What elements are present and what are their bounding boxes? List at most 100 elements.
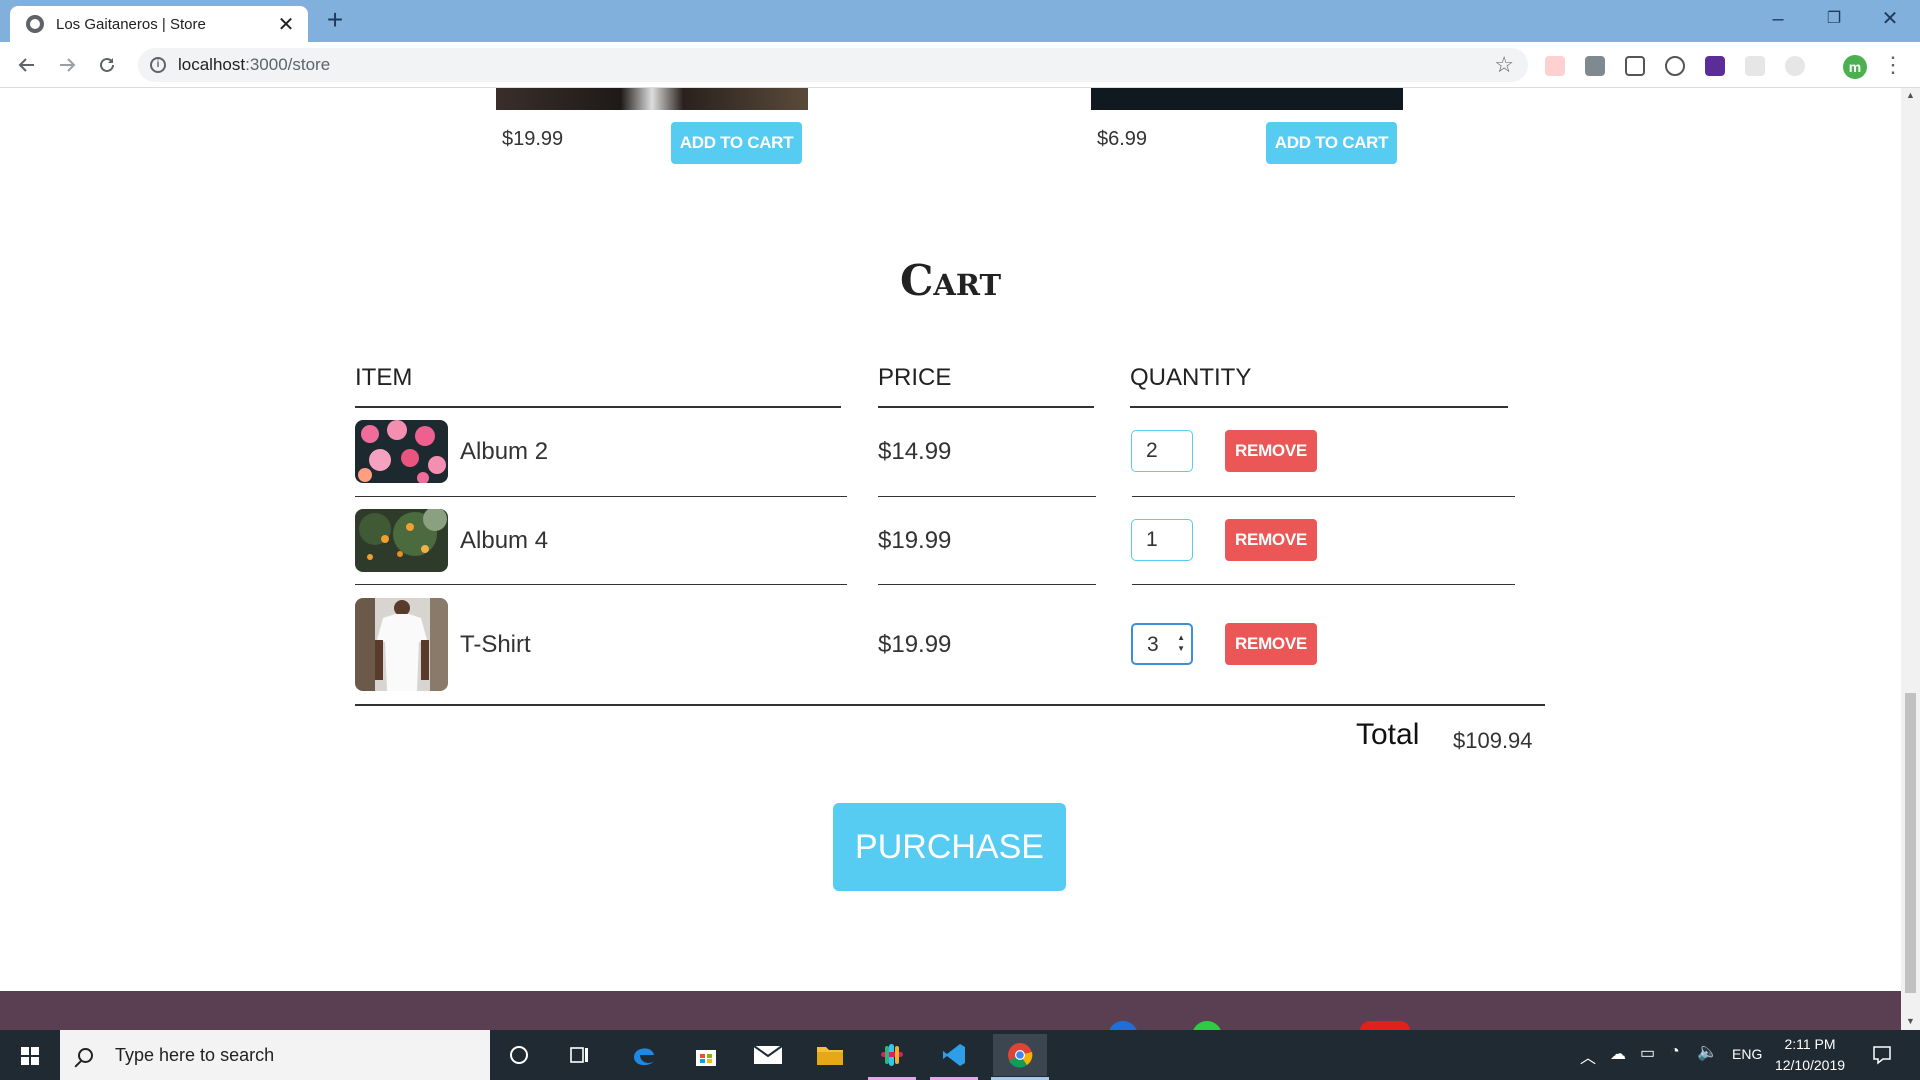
pink-flowers-image <box>355 420 448 483</box>
wifi-icon[interactable]: ◔ <box>1670 1043 1680 1061</box>
close-tab-icon[interactable]: ✕ <box>276 12 296 37</box>
row-divider <box>355 584 847 585</box>
minimize-button[interactable]: – <box>1750 0 1806 40</box>
quantity-value: 3 <box>1147 633 1159 656</box>
item-price: $14.99 <box>878 438 952 465</box>
onedrive-icon[interactable]: ☁ <box>1610 1044 1626 1064</box>
clock-time: 2:11 PM <box>1784 1036 1836 1052</box>
red-arrow-extension-icon[interactable] <box>1545 56 1565 76</box>
purchase-button[interactable]: PURCHASE <box>833 803 1066 891</box>
mail-icon[interactable] <box>745 1038 791 1072</box>
column-header-quantity: QUANTITY <box>1130 364 1252 391</box>
drive-icon[interactable] <box>1585 56 1605 76</box>
reload-icon <box>100 57 114 72</box>
info-icon[interactable]: i <box>150 57 166 73</box>
search-icon <box>78 1047 93 1063</box>
code-icon[interactable] <box>1665 56 1685 76</box>
windows-logo-icon <box>21 1047 39 1065</box>
forward-button[interactable] <box>50 48 84 82</box>
edge-icon[interactable] <box>621 1038 667 1072</box>
page-scrollbar[interactable]: ▲ ▼ <box>1901 88 1920 1030</box>
product-price: $19.99 <box>502 128 564 150</box>
orange-tree-image <box>355 509 448 572</box>
social-icon[interactable] <box>1108 1021 1138 1030</box>
remove-button[interactable]: REMOVE <box>1225 430 1317 472</box>
add-to-cart-button[interactable]: ADD TO CART <box>671 122 802 164</box>
row-divider <box>1132 584 1515 585</box>
search-placeholder: Type here to search <box>115 1044 275 1065</box>
header-divider <box>878 406 1094 408</box>
volume-icon[interactable]: 🔈 <box>1697 1042 1718 1062</box>
social-icon[interactable] <box>1360 1021 1410 1030</box>
profile-avatar[interactable]: m <box>1843 55 1867 79</box>
vscode-icon[interactable] <box>931 1038 977 1072</box>
grey-extension-icon[interactable] <box>1745 56 1765 76</box>
item-thumbnail <box>355 598 448 691</box>
browser-tab[interactable]: Los Gaitaneros | Store ✕ <box>10 6 308 42</box>
windows-taskbar: Type here to search ︿ ☁ ▭ ◔ 🔈 ENG 2:11 P… <box>0 1030 1920 1080</box>
close-window-button[interactable]: ✕ <box>1862 0 1918 40</box>
cortana-icon[interactable] <box>496 1038 542 1072</box>
product-image[interactable] <box>1091 88 1403 110</box>
taskbar-search[interactable]: Type here to search <box>60 1030 490 1080</box>
slack-icon[interactable] <box>869 1038 915 1072</box>
file-explorer-icon[interactable] <box>807 1038 853 1072</box>
url-host: localhost <box>178 55 246 74</box>
chrome-icon[interactable] <box>993 1034 1047 1076</box>
page-viewport: $19.99 ADD TO CART $6.99 ADD TO CART Car… <box>0 88 1901 1030</box>
header-divider <box>1130 406 1508 408</box>
browser-toolbar: i localhost:3000/store ☆ m ⋮ <box>0 42 1920 88</box>
product-image[interactable] <box>496 88 808 110</box>
social-icon[interactable] <box>1192 1021 1222 1030</box>
row-divider <box>878 496 1096 497</box>
globe-icon <box>26 15 44 33</box>
clock[interactable]: 2:11 PM 12/10/2019 <box>1770 1034 1850 1076</box>
browser-tab-strip: Los Gaitaneros | Store ✕ + – ❐ ✕ <box>0 0 1920 42</box>
browser-menu-icon[interactable]: ⋮ <box>1882 52 1904 78</box>
total-value: $109.94 <box>1453 728 1533 753</box>
quantity-input[interactable]: 2 <box>1131 430 1193 472</box>
notification-icon[interactable] <box>1862 1038 1902 1072</box>
address-bar[interactable]: i localhost:3000/store ☆ <box>138 48 1528 82</box>
screenshot-icon[interactable] <box>1625 56 1645 76</box>
language-indicator[interactable]: ENG <box>1732 1046 1762 1062</box>
task-view-icon[interactable] <box>557 1038 603 1072</box>
product-price: $6.99 <box>1097 128 1148 150</box>
scroll-up-icon[interactable]: ▲ <box>1906 90 1915 100</box>
column-header-item: ITEM <box>355 364 413 391</box>
reload-button[interactable] <box>90 48 124 82</box>
stepper-arrows-icon[interactable]: ▲ ▼ <box>1177 632 1185 654</box>
forward-arrow-icon <box>60 58 76 72</box>
restore-button[interactable]: ❐ <box>1806 0 1862 40</box>
remove-button[interactable]: REMOVE <box>1225 519 1317 561</box>
url-path: :3000/store <box>245 55 331 74</box>
remove-button[interactable]: REMOVE <box>1225 623 1317 665</box>
start-button[interactable] <box>0 1030 60 1080</box>
white-tshirt-image <box>355 598 448 691</box>
quantity-input[interactable]: 1 <box>1131 519 1193 561</box>
new-tab-button[interactable]: + <box>318 6 352 36</box>
quantity-input[interactable]: 3 ▲ ▼ <box>1131 623 1193 665</box>
battery-icon[interactable]: ▭ <box>1640 1043 1655 1063</box>
store-icon[interactable] <box>683 1038 729 1072</box>
bookmark-star-icon[interactable]: ☆ <box>1494 52 1514 78</box>
purple-check-icon[interactable] <box>1705 56 1725 76</box>
tab-title: Los Gaitaneros | Store <box>56 15 206 33</box>
scroll-thumb[interactable] <box>1905 693 1916 993</box>
item-thumbnail <box>355 420 448 483</box>
quantity-value: 1 <box>1146 528 1158 551</box>
row-divider <box>1132 496 1515 497</box>
scroll-down-icon[interactable]: ▼ <box>1906 1016 1915 1026</box>
clock-date: 12/10/2019 <box>1774 1057 1846 1073</box>
item-name: Album 2 <box>460 438 549 465</box>
item-price: $19.99 <box>878 631 952 658</box>
back-arrow-icon <box>18 58 34 72</box>
add-to-cart-button[interactable]: ADD TO CART <box>1266 122 1397 164</box>
total-label: Total <box>1356 718 1420 751</box>
column-header-price: PRICE <box>878 364 952 391</box>
cart-title: Cart <box>899 256 1002 305</box>
row-divider <box>355 496 847 497</box>
back-button[interactable] <box>10 48 44 82</box>
chevron-up-icon[interactable]: ︿ <box>1580 1044 1596 1068</box>
grey-circle-extension-icon[interactable] <box>1785 56 1805 76</box>
